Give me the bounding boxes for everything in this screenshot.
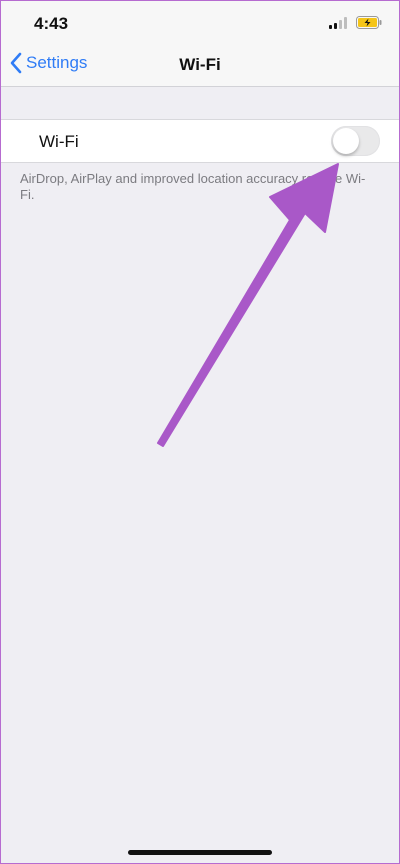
home-indicator[interactable] [128, 850, 272, 855]
wifi-row-label: Wi-Fi [39, 132, 79, 151]
wifi-toggle[interactable] [331, 126, 380, 156]
status-time: 4:43 [34, 14, 69, 33]
wifi-row: Wi-Fi [0, 119, 400, 163]
wifi-footer-note: AirDrop, AirPlay and improved location a… [20, 171, 366, 202]
navigation-bar: Settings Wi-Fi [0, 46, 400, 87]
status-icons [329, 16, 382, 29]
page-title: Wi-Fi [179, 55, 221, 74]
wifi-toggle-knob [333, 128, 359, 154]
cellular-signal-icon [329, 16, 347, 29]
status-bar: 4:43 [0, 0, 400, 46]
battery-charging-icon [356, 16, 382, 29]
